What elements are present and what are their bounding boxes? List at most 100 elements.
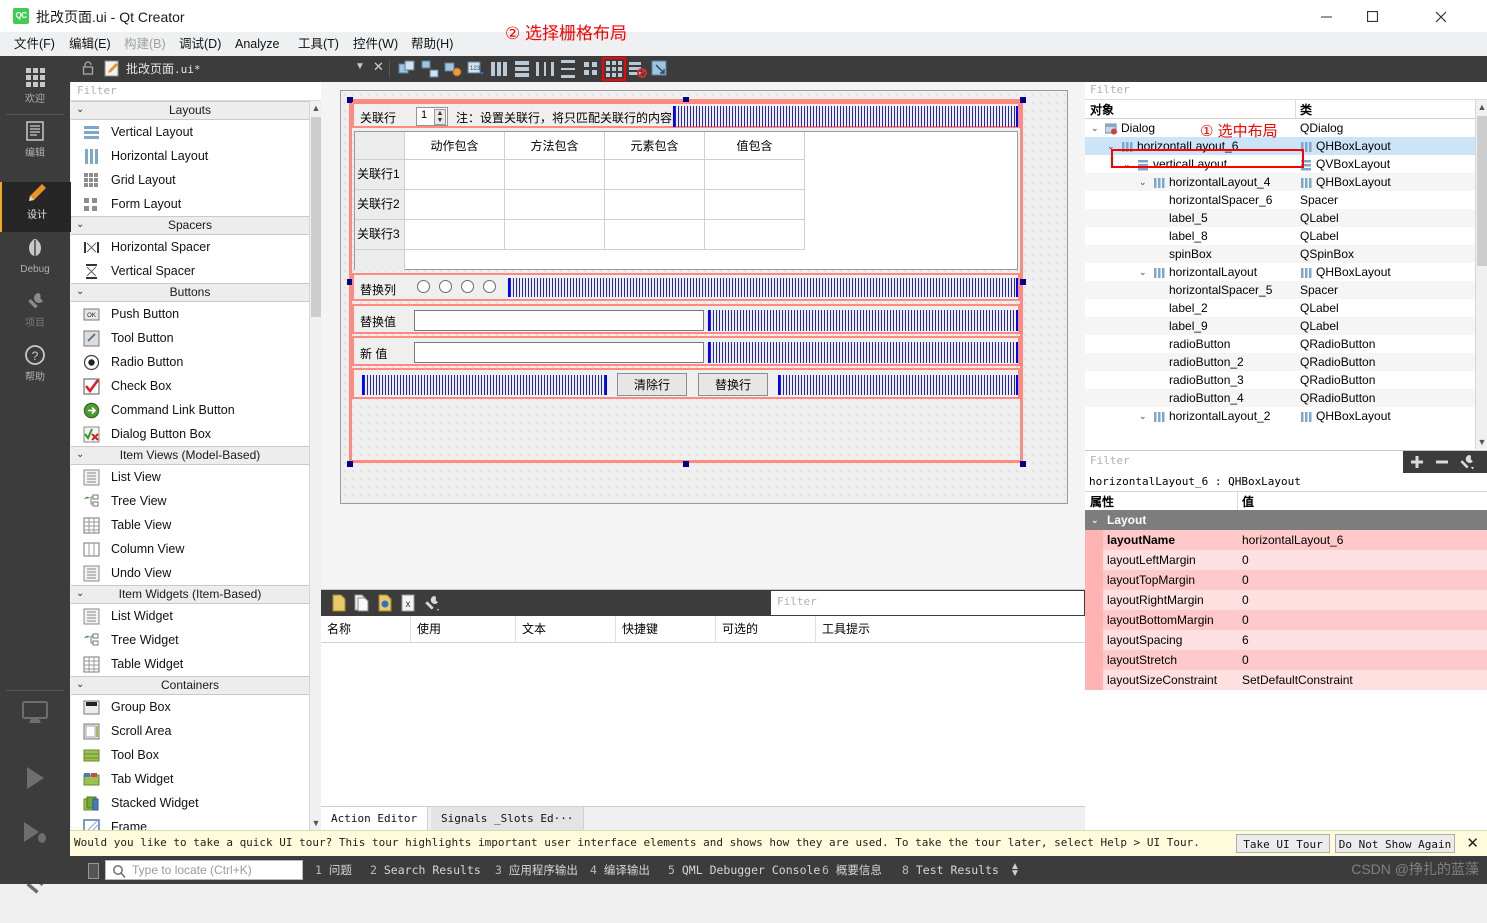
resize-handle[interactable] xyxy=(1020,461,1026,467)
horizontal-spacer-right-buttons[interactable] xyxy=(778,375,1018,395)
status-item-issues[interactable]: 1 问题 xyxy=(315,862,352,878)
property-list[interactable]: ⌄ Layout layoutName horizontalLayout_6 l… xyxy=(1085,510,1487,690)
tree-row-label_9[interactable]: label_9 QLabel xyxy=(1085,317,1475,335)
scrollbar-thumb[interactable] xyxy=(1477,116,1487,266)
table-cell[interactable] xyxy=(605,160,705,190)
widget-item-undo-view[interactable]: Undo View xyxy=(71,561,309,585)
menu-file[interactable]: 文件(F) xyxy=(8,32,61,56)
layout-form-icon[interactable] xyxy=(581,59,601,79)
widget-item-check-box[interactable]: Check Box xyxy=(71,374,309,398)
configure-icon[interactable] xyxy=(1458,454,1476,470)
property-value[interactable]: 0 xyxy=(1242,550,1249,570)
widget-item-tab-widget[interactable]: Tab Widget xyxy=(71,767,309,791)
property-row-layoutLeftMargin[interactable]: layoutLeftMargin 0 xyxy=(1085,550,1487,570)
chevron-down-icon[interactable]: ▼ xyxy=(355,61,365,72)
table-row-header-empty[interactable] xyxy=(355,250,405,271)
widget-item-form-layout[interactable]: Form Layout xyxy=(71,192,309,216)
menu-build[interactable]: 构建(B) xyxy=(118,32,172,56)
widget-item-group-box[interactable]: Group Box xyxy=(71,695,309,719)
copy-action-icon[interactable] xyxy=(354,594,372,612)
status-item-app-output[interactable]: 3 应用程序输出 xyxy=(495,862,578,878)
property-value[interactable]: 0 xyxy=(1242,650,1249,670)
action-editor-filter-input[interactable]: Filter xyxy=(771,591,1084,615)
edit-widgets-icon[interactable] xyxy=(397,59,417,79)
table-header-cell[interactable]: 方法包含 xyxy=(505,132,605,160)
table-row-header[interactable]: 关联行2 xyxy=(355,190,405,220)
layout-splitter-horizontal-icon[interactable] xyxy=(535,59,555,79)
minimize-button[interactable] xyxy=(1303,0,1349,32)
widget-item-radio-button[interactable]: Radio Button xyxy=(71,350,309,374)
table-header-cell[interactable]: 元素包含 xyxy=(605,132,705,160)
widget-item-frame[interactable]: Frame xyxy=(71,815,309,830)
property-value[interactable]: 0 xyxy=(1242,610,1249,630)
property-row-layoutRightMargin[interactable]: layoutRightMargin 0 xyxy=(1085,590,1487,610)
spinbox-stepper[interactable]: ▲ ▼ xyxy=(434,109,446,125)
scroll-up-icon[interactable]: ▲ xyxy=(1476,100,1487,114)
widget-item-push-button[interactable]: OK Push Button xyxy=(71,302,309,326)
mode-edit[interactable]: 编辑 xyxy=(0,120,70,170)
row-associate-line[interactable]: 关联行 1 ▲ ▼ 注：设置关联行，将只匹配关联行的内容 xyxy=(352,102,1020,128)
property-row-layoutName[interactable]: layoutName horizontalLayout_6 xyxy=(1085,530,1487,550)
menu-help[interactable]: 帮助(H) xyxy=(405,32,459,56)
edit-buddies-icon[interactable] xyxy=(443,59,463,79)
new-value-input[interactable] xyxy=(414,342,704,363)
widget-item-list-widget[interactable]: List Widget xyxy=(71,604,309,628)
take-ui-tour-button[interactable]: Take UI Tour xyxy=(1236,834,1330,853)
add-icon[interactable] xyxy=(1408,454,1426,470)
radio-button-1[interactable] xyxy=(417,280,430,293)
row-new-value[interactable]: 新 值 xyxy=(352,336,1020,366)
table-cell[interactable] xyxy=(705,160,805,190)
chevron-down-icon[interactable]: ⌄ xyxy=(1139,263,1147,281)
tree-row-dialog[interactable]: ⌄ Dialog QDialog xyxy=(1085,119,1475,137)
horizontal-spacer-6[interactable] xyxy=(673,106,1018,127)
property-value[interactable]: horizontalLayout_6 xyxy=(1242,530,1343,550)
widget-item-vertical-layout[interactable]: Vertical Layout xyxy=(71,120,309,144)
resize-handle[interactable] xyxy=(1020,97,1026,103)
table-cell[interactable] xyxy=(605,190,705,220)
tree-row-horizontalLayout_2[interactable]: ⌄ horizontalLayout_2 QHBoxLayout xyxy=(1085,407,1475,425)
spinbox-associate-row[interactable]: 1 ▲ ▼ xyxy=(416,107,448,126)
tree-row-radioButton[interactable]: radioButton QRadioButton xyxy=(1085,335,1475,353)
table-widget[interactable]: 动作包含 方法包含 元素包含 值包含 关联行1 关联行2 关联行3 xyxy=(354,131,1018,271)
property-row-layoutSizeConstraint[interactable]: layoutSizeConstraint SetDefaultConstrain… xyxy=(1085,670,1487,690)
status-item-search-results[interactable]: 2 Search Results xyxy=(370,862,481,878)
layout-vertically-icon[interactable] xyxy=(512,59,532,79)
property-value[interactable]: 6 xyxy=(1242,630,1249,650)
widget-item-column-view[interactable]: Column View xyxy=(71,537,309,561)
editor-tab-label[interactable]: 批改页面.ui* xyxy=(126,60,201,77)
tab-action-editor[interactable]: Action Editor xyxy=(321,807,429,831)
status-item-test-results[interactable]: 8 Test Results xyxy=(902,862,999,878)
tree-row-label_2[interactable]: label_2 QLabel xyxy=(1085,299,1475,317)
table-cell[interactable] xyxy=(505,190,605,220)
replace-row-button[interactable]: 替换行 xyxy=(698,373,768,396)
widget-item-vertical-spacer[interactable]: Vertical Spacer xyxy=(71,259,309,283)
column-header-name[interactable]: 名称 xyxy=(321,616,411,642)
chevron-down-icon[interactable]: ⌄ xyxy=(1139,407,1147,425)
status-item-qml-debugger[interactable]: 5 QML Debugger Console xyxy=(668,862,820,878)
widget-category-spacers[interactable]: ⌄ Spacers xyxy=(71,216,309,235)
widget-category-buttons[interactable]: ⌄ Buttons xyxy=(71,283,309,302)
widget-item-horizontal-spacer[interactable]: Horizontal Spacer xyxy=(71,235,309,259)
mode-projects[interactable]: 项目 xyxy=(0,290,70,340)
break-layout-icon[interactable] xyxy=(627,59,647,79)
column-header-tooltip[interactable]: 工具提示 xyxy=(816,616,1085,642)
mode-help[interactable]: ? 帮助 xyxy=(0,344,70,394)
tree-row-horizontalLayout_4[interactable]: ⌄ horizontalLayout_4 QHBoxLayout xyxy=(1085,173,1475,191)
close-icon[interactable]: ✕ xyxy=(373,59,384,75)
horizontal-spacer-5[interactable] xyxy=(508,278,1018,297)
form-designer-canvas[interactable]: 关联行 1 ▲ ▼ 注：设置关联行，将只匹配关联行的内容 动作包含 方法包含 元素… xyxy=(321,82,1086,589)
resize-handle[interactable] xyxy=(683,461,689,467)
row-buttons[interactable]: 清除行 替换行 xyxy=(352,368,1020,399)
property-row-layoutSpacing[interactable]: layoutSpacing 6 xyxy=(1085,630,1487,650)
table-row-header[interactable]: 关联行3 xyxy=(355,220,405,250)
widget-category-item-views[interactable]: ⌄ Item Views (Model-Based) xyxy=(71,446,309,465)
property-value[interactable]: 0 xyxy=(1242,590,1249,610)
row-replace-value[interactable]: 替换值 xyxy=(352,304,1020,334)
widget-item-tool-button[interactable]: Tool Button xyxy=(71,326,309,350)
table-header-cell[interactable]: 值包含 xyxy=(705,132,805,160)
layout-splitter-vertical-icon[interactable] xyxy=(558,59,578,79)
widget-item-tool-box[interactable]: Tool Box xyxy=(71,743,309,767)
column-header-property[interactable]: 属性 xyxy=(1090,493,1114,510)
tree-row-label_5[interactable]: label_5 QLabel xyxy=(1085,209,1475,227)
widget-category-item-widgets[interactable]: ⌄ Item Widgets (Item-Based) xyxy=(71,585,309,604)
